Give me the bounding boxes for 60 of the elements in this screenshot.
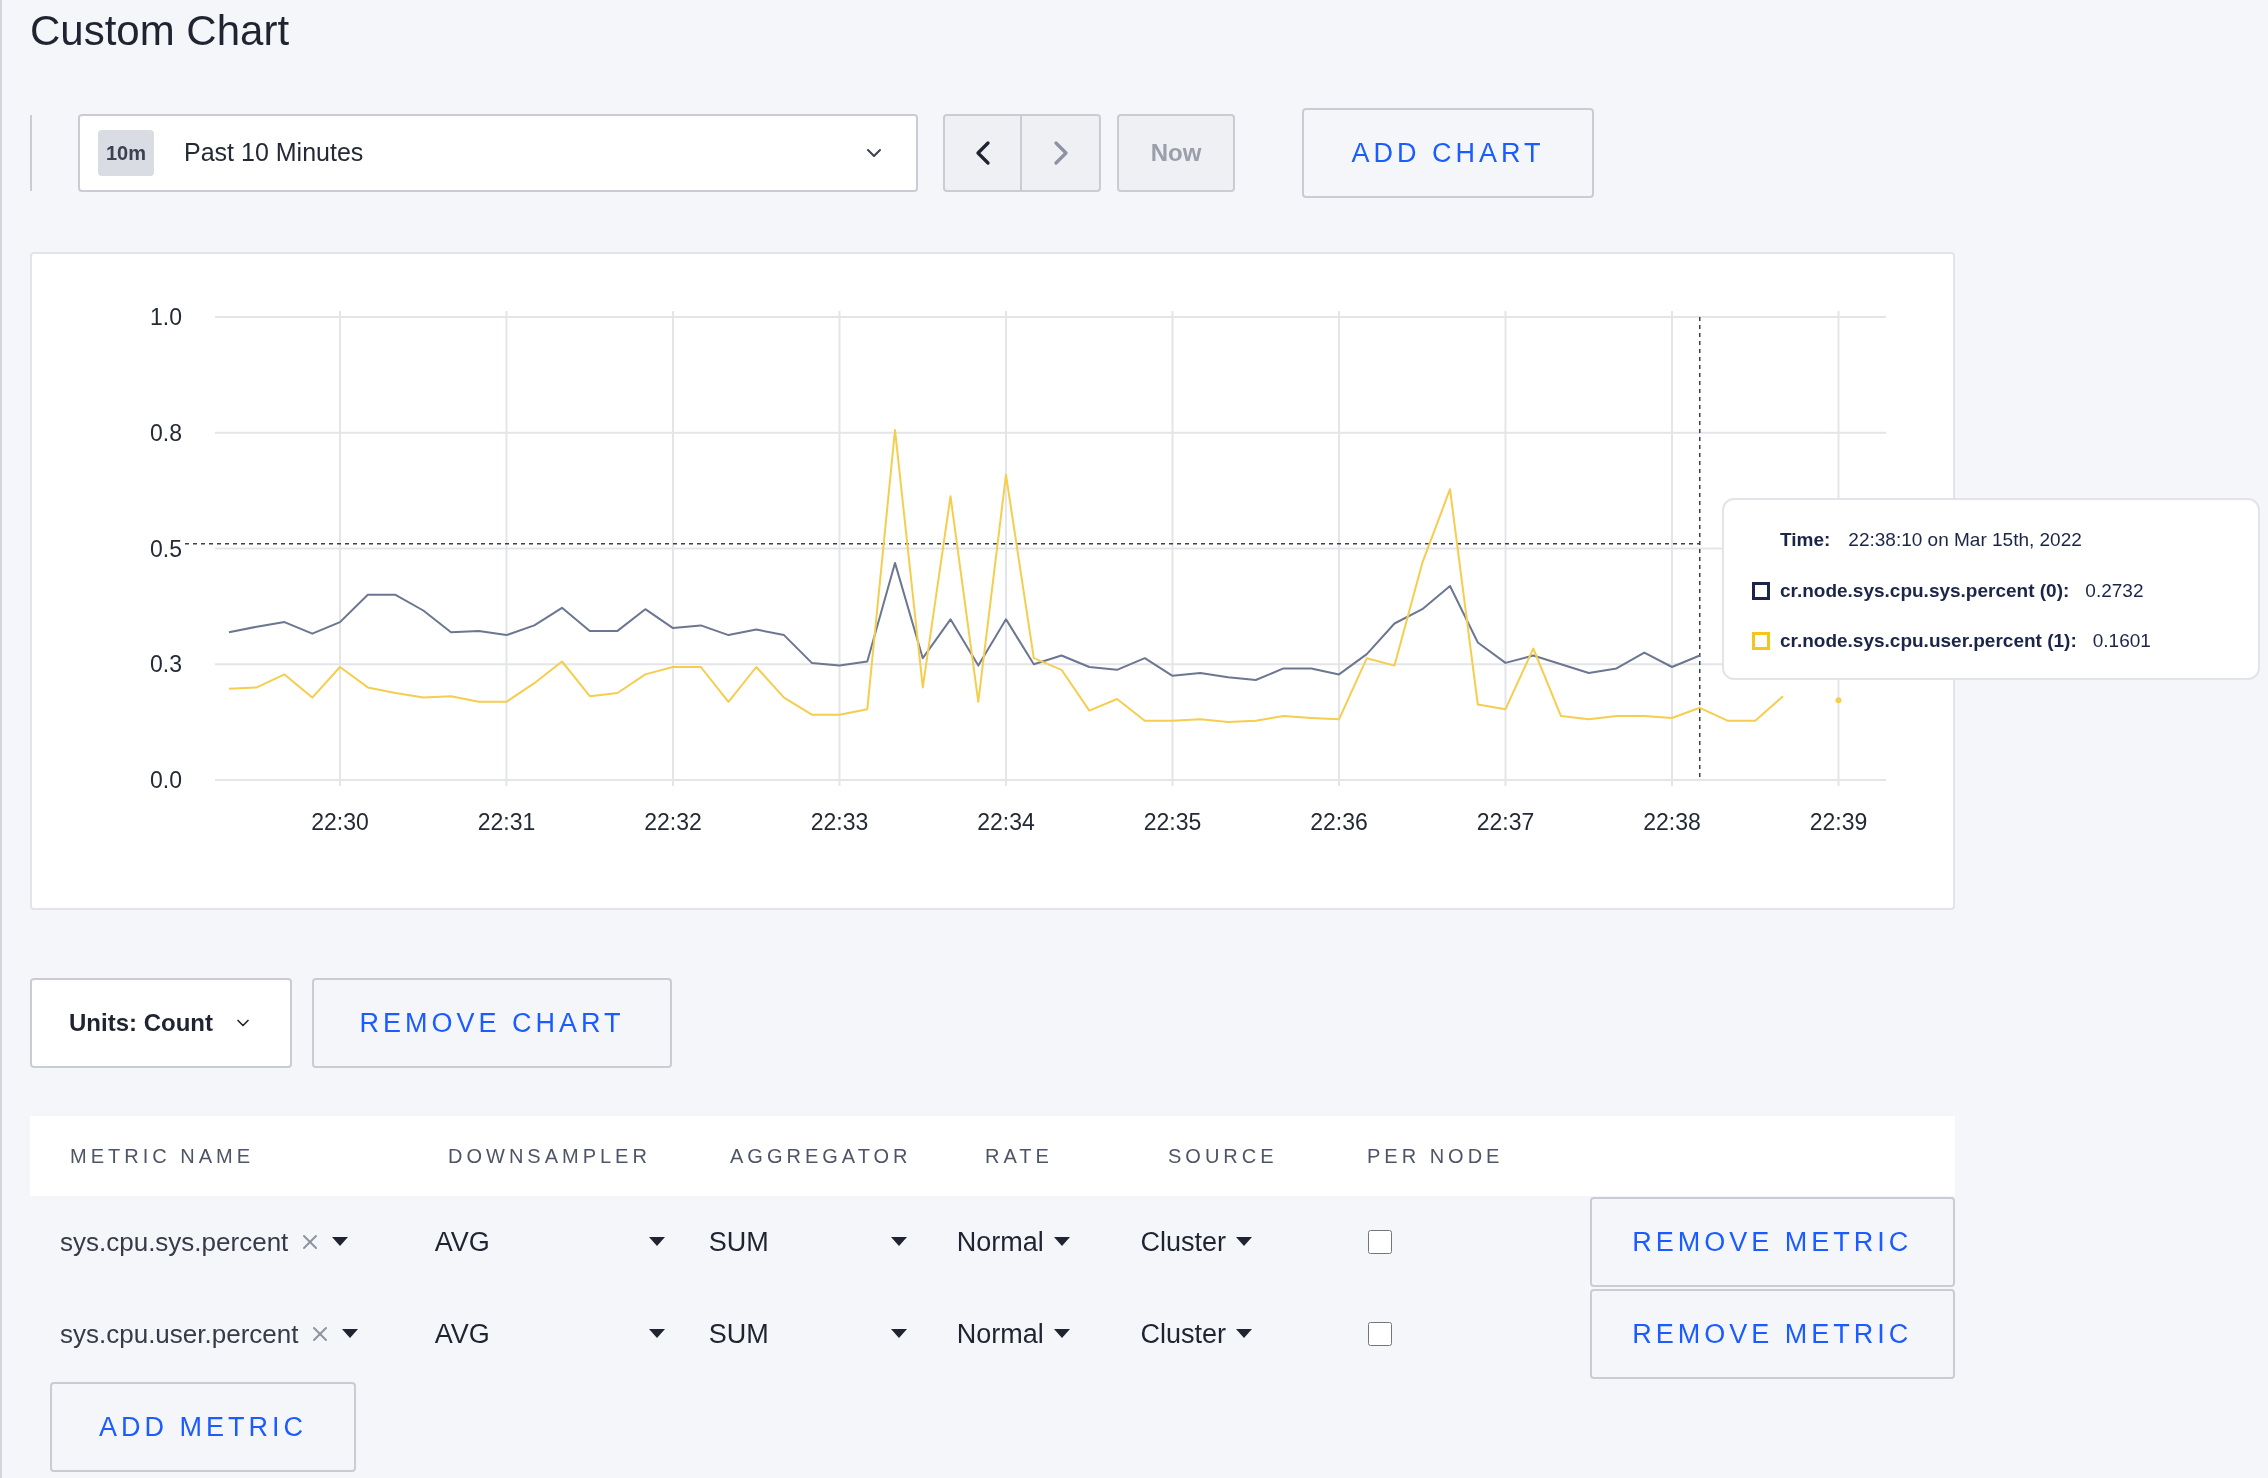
remove-metric-button[interactable]: REMOVE METRIC bbox=[1589, 1197, 1955, 1287]
series-point bbox=[1835, 697, 1842, 704]
tooltip-series-name: cr.node.sys.cpu.user.percent (1): bbox=[1780, 629, 2077, 653]
source-select[interactable]: Cluster bbox=[1140, 1221, 1363, 1263]
column-header: SOURCE bbox=[1168, 1145, 1278, 1167]
remove-chart-button[interactable]: REMOVE CHART bbox=[312, 978, 672, 1068]
tooltip-series-value: 0.1601 bbox=[2092, 629, 2151, 653]
y-tick-label: 0.8 bbox=[150, 419, 182, 446]
units-dropdown[interactable]: Units: Count bbox=[30, 978, 292, 1068]
rate-select[interactable]: Normal bbox=[956, 1221, 1141, 1263]
time-range-badge: 10m bbox=[98, 130, 155, 176]
metric-name: sys.cpu.user.percent bbox=[60, 1317, 299, 1351]
caret-icon bbox=[890, 1329, 907, 1339]
x-tick-label: 22:35 bbox=[1143, 809, 1202, 835]
column-header: RATE bbox=[985, 1145, 1053, 1167]
page-title: Custom Chart bbox=[30, 10, 290, 52]
column-header: PER NODE bbox=[1367, 1145, 1504, 1167]
column-header: METRIC NAME bbox=[70, 1145, 254, 1167]
caret-icon bbox=[1235, 1237, 1252, 1247]
y-tick-label: 0.0 bbox=[150, 767, 182, 793]
remove-metric-button[interactable]: REMOVE METRIC bbox=[1589, 1289, 1955, 1379]
x-tick-label: 22:38 bbox=[1643, 809, 1701, 835]
caret-icon bbox=[890, 1237, 907, 1247]
downsampler-select[interactable]: AVG bbox=[434, 1313, 709, 1355]
downsampler-select[interactable]: AVG bbox=[434, 1221, 709, 1263]
caret-icon bbox=[648, 1329, 665, 1339]
add-chart-button[interactable]: ADD CHART bbox=[1302, 108, 1594, 198]
x-tick-label: 22:39 bbox=[1809, 809, 1868, 835]
time-range-value: Past 10 Minutes bbox=[184, 137, 364, 169]
metric-name: sys.cpu.sys.percent bbox=[60, 1225, 289, 1259]
tooltip-series-name: cr.node.sys.cpu.sys.percent (0): bbox=[1780, 578, 2070, 603]
column-header: DOWNSAMPLER bbox=[448, 1145, 651, 1167]
caret-icon bbox=[1235, 1329, 1252, 1339]
tooltip-time-value: 22:38:10 on Mar 15th, 2022 bbox=[1848, 528, 2082, 552]
x-tick-label: 22:34 bbox=[977, 809, 1035, 835]
caret-icon bbox=[1053, 1237, 1070, 1247]
caret-icon bbox=[1053, 1329, 1070, 1339]
time-range-dropdown[interactable]: 10m Past 10 Minutes bbox=[78, 114, 918, 192]
per-node-checkbox[interactable] bbox=[1367, 1322, 1392, 1346]
source-select[interactable]: Cluster bbox=[1140, 1313, 1363, 1355]
caret-icon bbox=[648, 1237, 665, 1247]
tooltip-time-label: Time: bbox=[1780, 528, 1831, 552]
caret-icon bbox=[342, 1329, 359, 1339]
aggregator-select[interactable]: SUM bbox=[708, 1313, 957, 1355]
tooltip-series-value: 0.2732 bbox=[2085, 578, 2144, 603]
y-tick-label: 0.5 bbox=[150, 535, 182, 562]
x-tick-label: 22:30 bbox=[311, 809, 369, 835]
y-tick-label: 0.3 bbox=[150, 651, 182, 678]
caret-icon bbox=[332, 1237, 349, 1247]
add-metric-button[interactable]: ADD METRIC bbox=[50, 1382, 356, 1472]
rate-select[interactable]: Normal bbox=[956, 1313, 1141, 1355]
x-tick-label: 22:36 bbox=[1310, 809, 1368, 835]
x-tick-label: 22:32 bbox=[644, 809, 702, 835]
per-node-checkbox[interactable] bbox=[1367, 1230, 1392, 1254]
x-tick-label: 22:31 bbox=[477, 809, 536, 835]
column-header: AGGREGATOR bbox=[730, 1145, 912, 1167]
y-tick-label: 1.0 bbox=[150, 304, 182, 330]
aggregator-select[interactable]: SUM bbox=[708, 1221, 957, 1263]
x-tick-label: 22:33 bbox=[810, 809, 869, 835]
x-tick-label: 22:37 bbox=[1476, 809, 1535, 835]
